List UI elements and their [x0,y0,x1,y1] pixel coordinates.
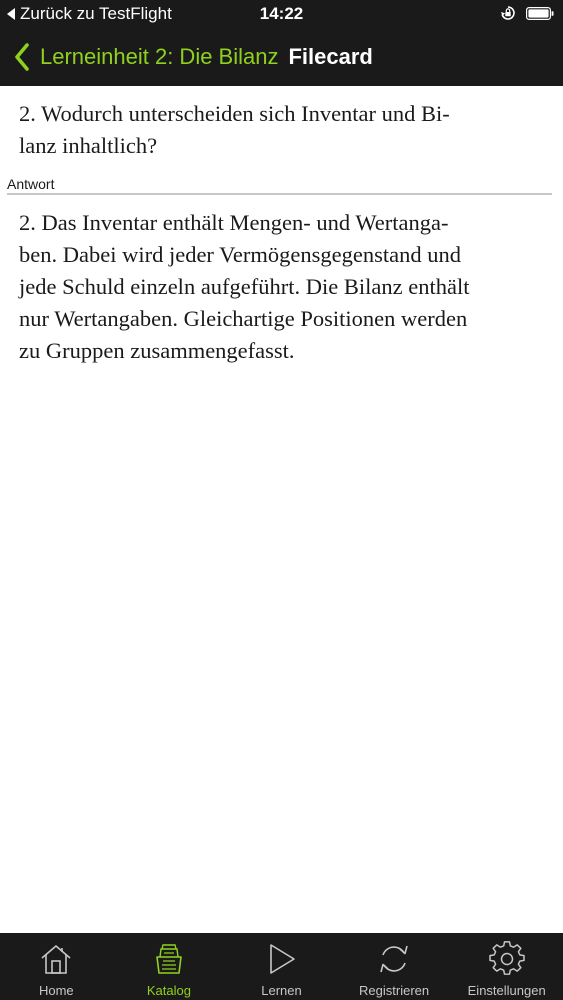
tab-registrieren[interactable]: Registrieren [338,933,451,1000]
tab-einstellungen-label: Einstellungen [467,983,546,998]
play-icon [270,944,296,974]
page-title: Filecard [288,44,373,69]
tab-home-label: Home [38,983,74,998]
navigation-bar: Lerneinheit 2: Die Bilanz Filecard [0,28,563,86]
tab-home[interactable]: Home [0,933,113,1000]
status-time: 14:22 [259,4,304,23]
answer-label: Antwort [7,176,55,192]
chevron-left-icon [15,43,29,71]
answer-divider [7,193,552,195]
back-button-label: Lerneinheit 2: Die Bilanz [40,44,279,69]
tab-katalog[interactable]: Katalog [113,933,226,1000]
tab-lernen[interactable]: Lernen [225,933,338,1000]
orientation-lock-icon [501,6,515,20]
home-icon [41,945,71,974]
battery-icon [526,6,554,20]
tab-katalog-label: Katalog [146,983,191,998]
tab-einstellungen[interactable]: Einstellungen [450,933,563,1000]
tab-lernen-label: Lernen [261,983,302,998]
gear-icon [488,941,525,975]
back-button[interactable]: Lerneinheit 2: Die Bilanz Filecard [14,42,373,72]
question-text: 2. Wodurch unterscheiden sich Inventar u… [19,101,450,158]
catalog-icon [156,944,182,974]
answer-text: 2. Das Inventar enthält Mengen- und Wert… [19,210,470,363]
status-bar: Zurück zu TestFlight 14:22 [0,0,563,28]
tab-registrieren-label: Registrieren [359,983,430,998]
refresh-icon [380,945,408,973]
tab-bar: Home Katalog Lernen Registrieren Einstel… [0,933,563,1000]
